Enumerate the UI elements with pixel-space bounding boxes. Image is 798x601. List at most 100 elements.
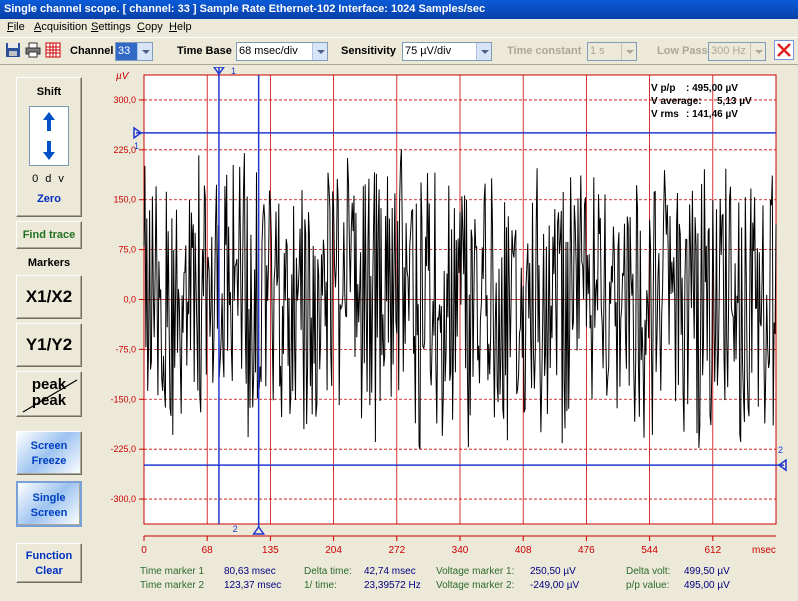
shift-group: Shift 0 d v Zero xyxy=(16,77,82,217)
menu-file[interactable]: File xyxy=(7,21,25,33)
pp-value-value: 495,00 µV xyxy=(684,580,730,591)
screen-freeze-button[interactable]: Screen Freeze xyxy=(16,431,82,475)
lowpass-label: Low Pass xyxy=(657,45,708,57)
x-tick-label: 408 xyxy=(515,545,532,556)
grid-icon[interactable] xyxy=(45,42,61,58)
control-panel: Shift 0 d v Zero Find trace Markers X1/X… xyxy=(10,73,88,595)
x-tick-label: 135 xyxy=(262,545,279,556)
single-screen-line1: Single xyxy=(32,492,66,504)
close-button[interactable] xyxy=(774,40,794,60)
inverse-time-label: 1/ time: xyxy=(304,580,337,591)
shift-up-button[interactable] xyxy=(30,107,68,136)
vpp-label: V p/p xyxy=(651,83,675,94)
x-tick-label: 68 xyxy=(202,545,214,556)
sensitivity-select[interactable]: 75 µV/div xyxy=(402,42,492,61)
chevron-down-icon xyxy=(137,43,152,60)
time-marker-1-value: 80,63 msec xyxy=(224,566,276,577)
window-title: Single channel scope. [ channel: 33 ] Sa… xyxy=(0,0,798,19)
timebase-label: Time Base xyxy=(177,45,232,57)
delta-time-label: Delta time: xyxy=(304,566,352,577)
y1y2-marker-button[interactable]: Y1/Y2 xyxy=(16,323,82,367)
y-axis-ticks: 300,0 225,0 150,0 75,0 0,0 -75,0 -150,0 -225,0 -… xyxy=(110,95,144,504)
y-tick-label: 150,0 xyxy=(113,195,136,205)
channel-select[interactable]: 33 xyxy=(115,42,153,61)
stats-readout: V p/p : 495,00 µV V average: 5,13 µV V r… xyxy=(651,83,752,120)
find-trace-button[interactable]: Find trace xyxy=(16,221,82,249)
timeconstant-select[interactable]: 1 s xyxy=(587,42,637,61)
y-tick-label: 75,0 xyxy=(118,245,136,255)
div-readout: 0 d v xyxy=(32,173,66,185)
time-marker-2-tag: 2 xyxy=(233,524,238,534)
delta-volt-value: 499,50 µV xyxy=(684,566,730,577)
print-icon[interactable] xyxy=(25,42,41,58)
lowpass-select[interactable]: 300 Hz xyxy=(708,42,766,61)
zero-button[interactable]: Zero xyxy=(17,193,81,205)
time-marker-2-value: 123,37 msec xyxy=(224,580,282,591)
markers-label: Markers xyxy=(27,257,71,269)
shift-arrows xyxy=(29,106,69,166)
menu-settings[interactable]: Settings xyxy=(91,21,131,33)
menu-bar: File Acquisition Settings Copy Help xyxy=(0,19,798,37)
vavg-label: V average: xyxy=(651,96,702,107)
channel-value: 33 xyxy=(118,45,131,57)
x-axis-ticks: 0 68 135 204 272 340 408 476 544 612 xyxy=(141,535,776,556)
time-marker-1-tag: 1 xyxy=(231,67,236,76)
y-tick-label: 0,0 xyxy=(123,295,136,305)
x-tick-label: 612 xyxy=(704,545,721,556)
function-clear-line1: Function xyxy=(25,550,73,562)
time-marker-2-handle xyxy=(252,525,266,535)
menu-acquisition[interactable]: Acquisition xyxy=(34,21,87,33)
vrms-value: : 141,46 µV xyxy=(686,109,738,120)
x-tick-label: 544 xyxy=(641,545,658,556)
x-tick-label: 476 xyxy=(578,545,595,556)
sensitivity-value: 75 µV/div xyxy=(405,45,452,57)
y-unit-label: µV xyxy=(116,71,130,82)
time-marker-2-label: Time marker 2 xyxy=(140,580,205,591)
x-tick-label: 204 xyxy=(325,545,342,556)
screen-freeze-line2: Freeze xyxy=(31,455,67,467)
voltage-marker-2-value: -249,00 µV xyxy=(530,580,580,591)
chevron-down-icon xyxy=(312,43,327,60)
timeconstant-label: Time constant xyxy=(507,45,582,57)
peak-peak-button[interactable]: peak peak xyxy=(16,371,82,417)
chevron-down-icon xyxy=(621,43,636,60)
voltage-marker-2-label: Voltage marker 2: xyxy=(436,580,515,591)
marker-status-bar: Time marker 1 80,63 msec Time marker 2 1… xyxy=(136,563,784,596)
y-tick-label: -300,0 xyxy=(110,494,136,504)
x-tick-label: 340 xyxy=(452,545,469,556)
x-tick-label: 272 xyxy=(388,545,405,556)
single-screen-line2: Screen xyxy=(30,507,68,519)
delta-time-value: 42,74 msec xyxy=(364,566,416,577)
timebase-select[interactable]: 68 msec/div xyxy=(236,42,328,61)
scope-plot[interactable]: 300,0 225,0 150,0 75,0 0,0 -75,0 -150,0 -225,0 -… xyxy=(96,67,796,562)
menu-help[interactable]: Help xyxy=(169,21,192,33)
single-screen-button[interactable]: Single Screen xyxy=(16,481,82,527)
vrms-label: V rms xyxy=(651,109,679,120)
x1x2-marker-button[interactable]: X1/X2 xyxy=(16,275,82,319)
voltage-marker-1-value: 250,50 µV xyxy=(530,566,576,577)
save-icon[interactable] xyxy=(5,42,21,58)
pp-value-label: p/p value: xyxy=(626,580,670,591)
chevron-down-icon xyxy=(750,43,765,60)
timebase-value: 68 msec/div xyxy=(239,45,298,57)
y-tick-label: -75,0 xyxy=(115,344,136,354)
screen-freeze-line1: Screen xyxy=(30,440,68,452)
close-icon xyxy=(777,43,791,57)
menu-copy[interactable]: Copy xyxy=(137,21,163,33)
chevron-down-icon xyxy=(476,43,491,60)
y-tick-label: -225,0 xyxy=(110,444,136,454)
shift-label: Shift xyxy=(36,86,62,98)
sensitivity-label: Sensitivity xyxy=(341,45,397,57)
vpp-value: : 495,00 µV xyxy=(686,83,738,94)
time-marker-1-label: Time marker 1 xyxy=(140,566,205,577)
lowpass-value: 300 Hz xyxy=(711,45,746,57)
y-tick-label: 225,0 xyxy=(113,145,136,155)
channel-label: Channel xyxy=(70,45,114,57)
y-tick-label: -150,0 xyxy=(110,394,136,404)
voltage-marker-1-label: Voltage marker 1: xyxy=(436,566,515,577)
function-clear-button[interactable]: Function Clear xyxy=(16,543,82,583)
voltage-marker-2-tag: 2 xyxy=(778,445,783,455)
voltage-marker-1-tag: 1 xyxy=(134,141,139,151)
shift-down-button[interactable] xyxy=(30,136,68,165)
toolbar: Channel 33 Time Base 68 msec/div Sensiti… xyxy=(0,37,798,65)
